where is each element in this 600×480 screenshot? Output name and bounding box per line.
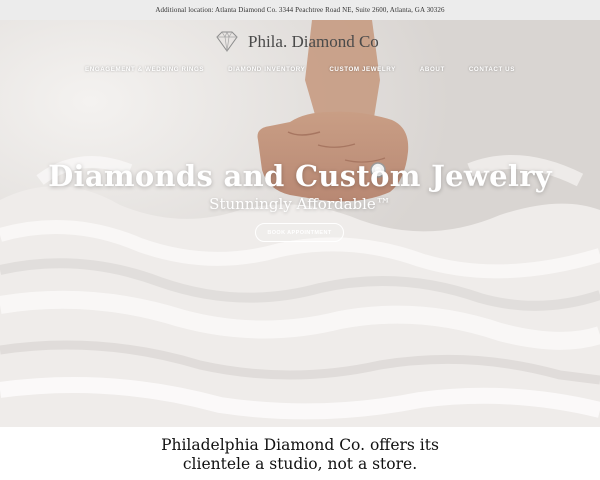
nav-custom-jewelry[interactable]: CUSTOM JEWELRY xyxy=(317,66,408,73)
nav-about[interactable]: ABOUT xyxy=(408,66,457,73)
book-appointment-button[interactable]: BOOK APPOINTMENT xyxy=(255,223,344,242)
site-logo[interactable]: Phila. Diamond Co xyxy=(212,29,392,55)
intro-text: Philadelphia Diamond Co. offers its clie… xyxy=(161,436,439,473)
nav-diamond-inventory[interactable]: DIAMOND INVENTORY xyxy=(216,66,317,73)
diamond-icon xyxy=(216,31,238,52)
hero-banner: Phila. Diamond Co ENGAGEMENT & WEDDING R… xyxy=(0,20,600,427)
announcement-text: Additional location: Atlanta Diamond Co.… xyxy=(155,6,445,14)
logo-text: Phila. Diamond Co xyxy=(248,32,379,51)
nav-contact-us[interactable]: CONTACT US xyxy=(457,66,527,73)
main-navigation: ENGAGEMENT & WEDDING RINGS DIAMOND INVEN… xyxy=(0,66,600,73)
announcement-bar: Additional location: Atlanta Diamond Co.… xyxy=(0,0,600,20)
hero-subheadline: Stunningly Affordable™ xyxy=(209,195,391,213)
hero-headline: Diamonds and Custom Jewelry xyxy=(48,159,552,193)
nav-engagement-wedding-rings[interactable]: ENGAGEMENT & WEDDING RINGS xyxy=(73,66,216,73)
